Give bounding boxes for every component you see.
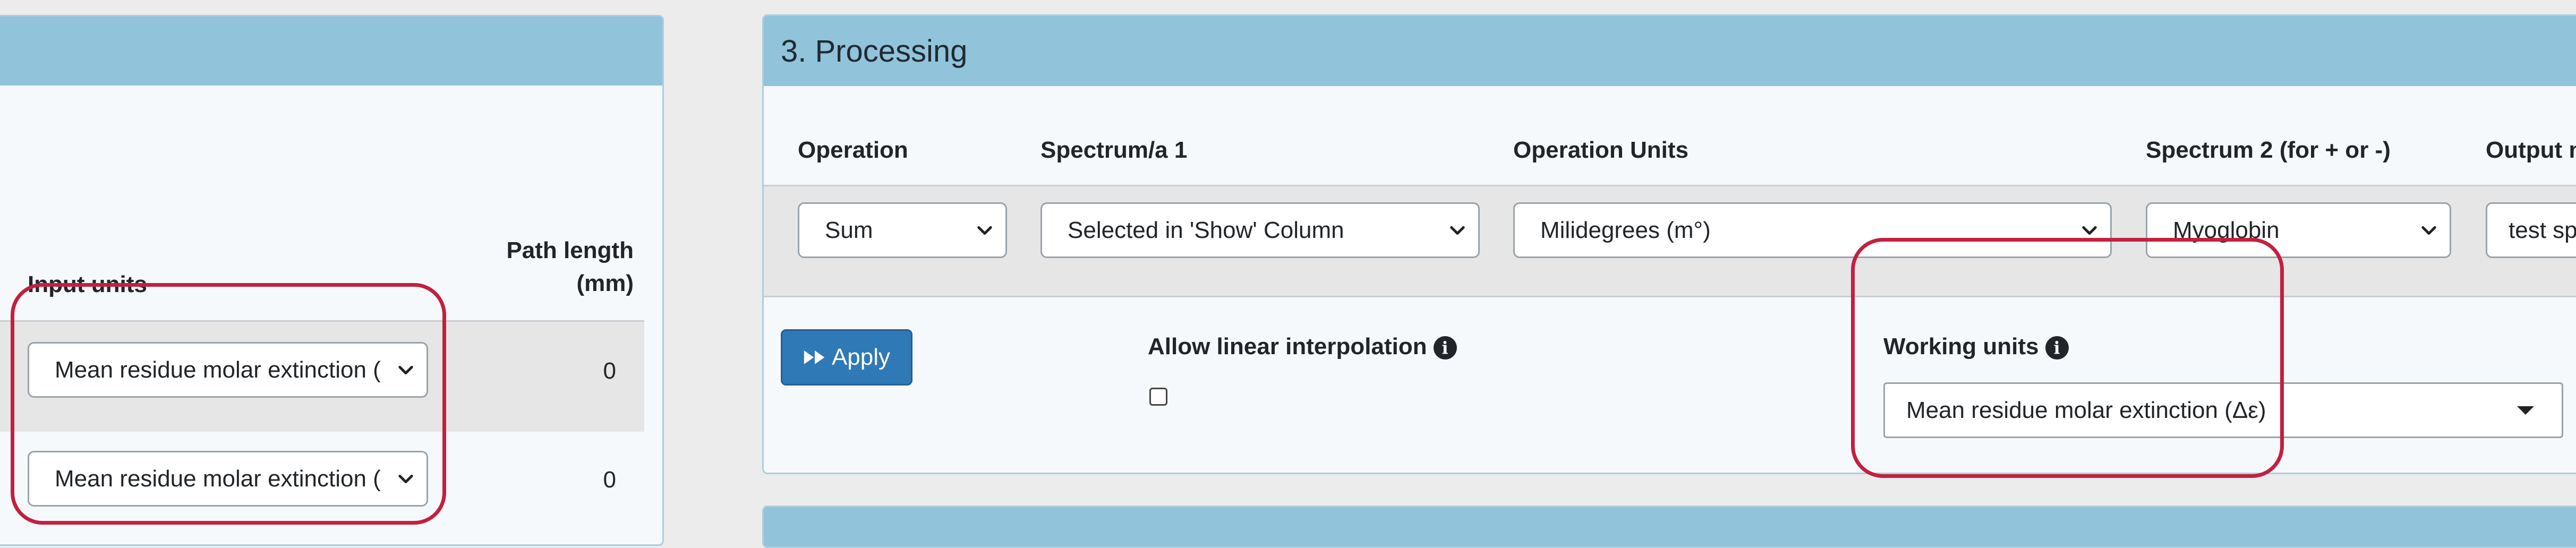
operation-value: Sum	[825, 217, 873, 243]
working-units-value: Mean residue molar extinction (Δε)	[1906, 397, 2266, 423]
column-header-path-length: Path length (mm)	[506, 234, 634, 300]
chevron-down-icon	[2082, 226, 2097, 235]
next-panel-header	[762, 506, 2576, 548]
apply-button[interactable]: Apply	[781, 329, 912, 386]
input-table: Input units Path length (mm) Mean residu…	[0, 85, 662, 544]
working-units-text: Working units	[1883, 333, 2039, 359]
info-icon[interactable]: i	[1433, 336, 1457, 360]
input-units-select-row2[interactable]: Mean residue molar extinction (	[28, 451, 428, 507]
spectrum2-select[interactable]: Myoglobin	[2146, 202, 2451, 258]
processing-controls: Apply Allow linear interpolation i Workin…	[764, 297, 2576, 473]
fast-forward-icon	[804, 350, 825, 364]
allow-interpolation-text: Allow linear interpolation	[1148, 333, 1427, 359]
apply-button-label: Apply	[831, 344, 891, 370]
processing-title: 3. Processing	[781, 33, 968, 68]
input-panel-header	[0, 16, 662, 85]
column-header-operation: Operation	[798, 137, 908, 163]
spectrum1-value: Selected in 'Show' Column	[1068, 217, 1344, 243]
table-row: Mean residue molar extinction ( 0	[0, 322, 644, 432]
chevron-down-icon	[398, 474, 413, 483]
output-name-input[interactable]: test spe	[2486, 202, 2576, 258]
path-length-label-line2: (mm)	[576, 270, 634, 296]
input-panel: Input units Path length (mm) Mean residu…	[0, 15, 664, 546]
spectrum1-select[interactable]: Selected in 'Show' Column	[1040, 202, 1480, 258]
chevron-down-icon	[1450, 226, 1465, 235]
allow-interpolation-label: Allow linear interpolation i	[1148, 333, 1457, 360]
column-header-spectrum2: Spectrum 2 (for + or -)	[2146, 137, 2391, 163]
input-units-select-row1[interactable]: Mean residue molar extinction (	[28, 342, 428, 398]
table-row: Sum Selected in 'Show' Column Milidegree…	[764, 186, 2576, 296]
operation-units-value: Milidegrees (m°)	[1540, 217, 1711, 243]
path-length-value-row2: 0	[603, 467, 616, 493]
input-units-value: Mean residue molar extinction (	[55, 465, 381, 492]
working-units-label: Working units i	[1883, 333, 2069, 360]
chevron-down-icon	[977, 226, 992, 235]
processing-panel: 3. Processing Operation Spectrum/a 1 Ope…	[762, 14, 2576, 474]
chevron-down-icon	[2421, 226, 2436, 235]
column-header-operation-units: Operation Units	[1513, 137, 1689, 163]
input-units-value: Mean residue molar extinction (	[55, 356, 381, 383]
table-row: Mean residue molar extinction ( 0	[0, 432, 644, 542]
operation-units-select[interactable]: Milidegrees (m°)	[1513, 202, 2112, 258]
output-name-value: test spe	[2509, 217, 2576, 243]
working-units-select[interactable]: Mean residue molar extinction (Δε)	[1883, 382, 2563, 438]
column-header-output: Output n	[2486, 137, 2576, 163]
chevron-down-icon	[398, 365, 413, 374]
column-header-input-units: Input units	[28, 271, 147, 297]
caret-down-icon	[2517, 406, 2534, 415]
path-length-value-row1: 0	[603, 358, 616, 384]
info-icon[interactable]: i	[2045, 336, 2069, 360]
allow-interpolation-checkbox[interactable]	[1149, 388, 1167, 406]
operation-select[interactable]: Sum	[798, 202, 1007, 258]
spectrum2-value: Myoglobin	[2173, 217, 2280, 243]
path-length-label-line1: Path length	[506, 237, 634, 263]
processing-panel-header: 3. Processing	[764, 16, 2576, 86]
column-header-spectrum1: Spectrum/a 1	[1040, 137, 1188, 163]
operation-table-header: Operation Spectrum/a 1 Operation Units S…	[764, 86, 2576, 185]
